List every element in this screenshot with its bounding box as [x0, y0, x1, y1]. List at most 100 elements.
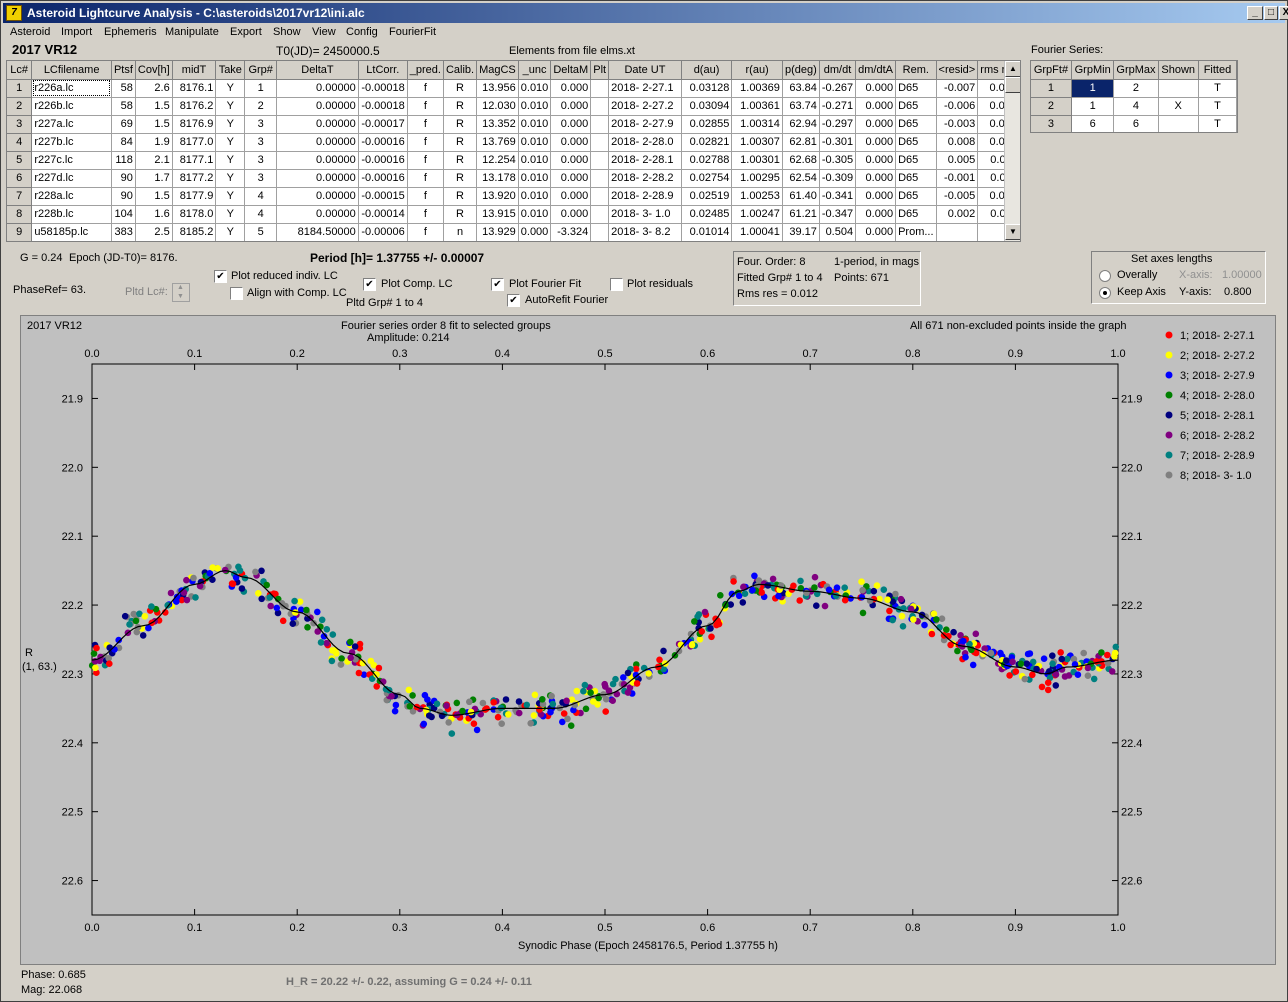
table-cell[interactable]: 13.929 [476, 223, 519, 241]
table-cell[interactable]: 3 [244, 115, 278, 134]
table-cell[interactable]: 0.02788 [681, 151, 733, 170]
table-cell[interactable]: Y [215, 97, 246, 116]
table-cell[interactable]: Y [215, 169, 246, 188]
table-cell[interactable]: 0.000 [855, 151, 897, 170]
table-cell[interactable]: 0.010 [518, 169, 552, 188]
table-cell[interactable]: 0.02754 [681, 169, 733, 188]
table-cell[interactable]: 63.74 [782, 97, 820, 116]
table-cell[interactable]: 1.5 [135, 115, 173, 134]
table-cell[interactable]: T [1198, 79, 1237, 98]
table-cell[interactable]: 2.1 [135, 151, 173, 170]
table-cell[interactable]: r226b.lc [31, 97, 112, 116]
table-cell[interactable]: -0.00018 [358, 97, 408, 116]
table-cell[interactable]: -0.007 [936, 79, 979, 98]
table-cell[interactable]: 1.00301 [731, 151, 783, 170]
table-cell[interactable]: 2 [244, 97, 278, 116]
align-comp-checkbox[interactable] [230, 287, 243, 300]
table-cell[interactable]: 2018- 2-27.1 [608, 79, 682, 98]
column-header[interactable]: Grp# [244, 61, 278, 80]
table-cell[interactable]: -0.271 [819, 97, 857, 116]
table-row[interactable]: 1 r226a.lc 58 2.6 8176.1 Y 1 0.00000 -0.00018 f R 1… [7, 79, 1020, 98]
table-cell[interactable] [936, 223, 979, 241]
table-cell[interactable]: D65 [895, 115, 937, 134]
table-row[interactable]: 2 r226b.lc 58 1.5 8176.2 Y 2 0.00000 -0.00018 f R 1… [7, 97, 1020, 116]
table-cell[interactable]: Y [215, 133, 246, 152]
menu-show[interactable]: Show [273, 26, 301, 38]
table-cell[interactable]: 1 [1071, 97, 1115, 116]
table-cell[interactable]: 2018- 2-28.0 [608, 133, 682, 152]
table-cell[interactable]: 4 [244, 205, 278, 224]
table-cell[interactable]: 13.352 [476, 115, 519, 134]
column-header[interactable]: _pred. [407, 61, 444, 80]
column-header[interactable]: Lc# [7, 61, 33, 80]
table-cell[interactable]: 0.000 [550, 205, 592, 224]
menu-config[interactable]: Config [346, 26, 378, 38]
table-row[interactable]: 3 r227a.lc 69 1.5 8176.9 Y 3 0.00000 -0.00017 f R 1… [7, 115, 1020, 134]
table-cell[interactable]: 0.02821 [681, 133, 733, 152]
plot-reduced-checkbox[interactable]: ✔ [214, 270, 227, 283]
table-cell[interactable] [590, 205, 610, 224]
table-cell[interactable]: 84 [111, 133, 136, 152]
table-cell[interactable]: -0.00017 [358, 115, 408, 134]
table-cell[interactable]: 8177.2 [172, 169, 217, 188]
table-cell[interactable]: 3 [244, 151, 278, 170]
table-cell[interactable]: -0.267 [819, 79, 857, 98]
table-cell[interactable] [590, 187, 610, 206]
table-cell[interactable]: 0.00000 [276, 169, 359, 188]
column-header[interactable]: Shown [1158, 61, 1199, 80]
table-cell[interactable]: 0.000 [550, 97, 592, 116]
lightcurve-plot[interactable]: 0.0 0.0 0.1 0.1 0.2 0.2 0.3 0.3 0.4 0.4 0.5 0.5 0.6 0… [20, 315, 1276, 965]
table-cell[interactable]: 8178.0 [172, 205, 217, 224]
table-cell[interactable]: 1.00253 [731, 187, 783, 206]
table-cell[interactable]: R [443, 151, 478, 170]
table-cell[interactable]: 2018- 2-28.9 [608, 187, 682, 206]
table-cell[interactable]: T [1198, 115, 1237, 132]
table-cell[interactable]: 13.915 [476, 205, 519, 224]
table-cell[interactable] [590, 169, 610, 188]
table-cell[interactable]: -0.341 [819, 187, 857, 206]
table-cell[interactable]: -0.00016 [358, 133, 408, 152]
phase-plot-svg[interactable]: 0.0 0.0 0.1 0.1 0.2 0.2 0.3 0.3 0.4 0.4 0.5 0.5 0.6 0… [21, 316, 1277, 966]
table-cell[interactable]: Y [215, 79, 246, 98]
column-header[interactable]: LCfilename [31, 61, 112, 80]
table-cell[interactable]: n [443, 223, 478, 241]
table-cell[interactable]: 13.956 [476, 79, 519, 98]
scroll-down-arrow-icon[interactable]: ▼ [1005, 224, 1020, 240]
table-cell[interactable]: -0.00006 [358, 223, 408, 241]
table-cell[interactable]: -3.324 [550, 223, 592, 241]
table-cell[interactable]: 8176.9 [172, 115, 217, 134]
column-header[interactable]: Rem. [895, 61, 937, 80]
table-row[interactable]: 5 r227c.lc 118 2.1 8177.1 Y 3 0.00000 -0.00016 f R… [7, 151, 1020, 170]
y-axis-value[interactable]: 0.800 [1224, 286, 1252, 298]
table-cell[interactable]: 0.03128 [681, 79, 733, 98]
table-cell[interactable]: 2018- 2-27.9 [608, 115, 682, 134]
row-number-cell[interactable]: 3 [7, 115, 33, 134]
table-cell[interactable]: R [443, 187, 478, 206]
table-cell[interactable]: 0.02855 [681, 115, 733, 134]
table-cell[interactable]: 1.00307 [731, 133, 783, 152]
table-cell[interactable]: 8184.50000 [276, 223, 359, 241]
table-row[interactable]: 6 r227d.lc 90 1.7 8177.2 Y 3 0.00000 -0.00016 f R 1… [7, 169, 1020, 188]
menu-view[interactable]: View [312, 26, 336, 38]
table-cell[interactable]: 0.00000 [276, 115, 359, 134]
table-cell[interactable]: -0.305 [819, 151, 857, 170]
menu-ephemeris[interactable]: Ephemeris [104, 26, 157, 38]
table-cell[interactable]: D65 [895, 97, 937, 116]
spin-down-icon[interactable]: ▼ [177, 293, 184, 300]
table-cell[interactable]: 1 [1071, 79, 1115, 98]
table-cell[interactable]: 0.005 [936, 151, 979, 170]
table-cell[interactable]: 0.000 [550, 187, 592, 206]
table-cell[interactable]: -0.006 [936, 97, 979, 116]
table-row[interactable]: 4 r227b.lc 84 1.9 8177.0 Y 3 0.00000 -0.00016 f R 1… [7, 133, 1020, 152]
column-header[interactable]: GrpFt# [1031, 61, 1072, 80]
column-header[interactable]: Calib. [443, 61, 478, 80]
table-cell[interactable]: 1.00361 [731, 97, 783, 116]
menu-fourierfit[interactable]: FourierFit [389, 26, 436, 38]
table-cell[interactable]: -0.301 [819, 133, 857, 152]
table-cell[interactable]: r227a.lc [31, 115, 112, 134]
spin-up-icon[interactable]: ▲ [177, 284, 184, 291]
table-cell[interactable]: 0.00000 [276, 79, 359, 98]
table-cell[interactable]: 12.254 [476, 151, 519, 170]
column-header[interactable]: _unc [518, 61, 552, 80]
table-cell[interactable]: f [407, 169, 444, 188]
